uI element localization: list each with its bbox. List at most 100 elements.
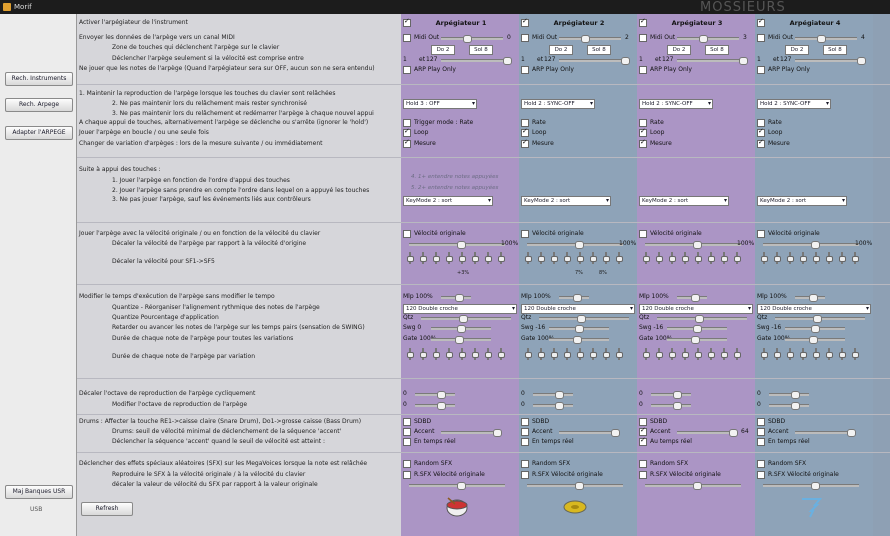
- sdbd-checkbox[interactable]: [757, 418, 765, 426]
- slider-knob[interactable]: [774, 352, 781, 358]
- slider-knob[interactable]: [800, 256, 807, 262]
- gate-variation-slider[interactable]: [564, 348, 571, 360]
- sfx-velocity-slider[interactable]: [409, 482, 505, 490]
- slider-knob[interactable]: [575, 241, 584, 249]
- gate-variation-slider[interactable]: [839, 348, 846, 360]
- octave-slider[interactable]: [415, 402, 455, 410]
- sf-velocity-slider[interactable]: [695, 252, 702, 264]
- measure-checkbox[interactable]: [403, 138, 411, 148]
- slider-knob[interactable]: [420, 352, 427, 358]
- qtz-slider[interactable]: [421, 315, 511, 323]
- sf-velocity-slider[interactable]: [839, 252, 846, 264]
- sf-velocity-slider[interactable]: [800, 252, 807, 264]
- slider-knob[interactable]: [457, 241, 466, 249]
- measure-checkbox[interactable]: [639, 138, 647, 148]
- play-only-checkbox[interactable]: [521, 66, 529, 74]
- midi-out-checkbox[interactable]: [639, 34, 647, 42]
- slider-knob[interactable]: [787, 352, 794, 358]
- sf-velocity-slider[interactable]: [472, 252, 479, 264]
- slider-knob[interactable]: [455, 336, 464, 344]
- gate-variation-slider[interactable]: [603, 348, 610, 360]
- slider-knob[interactable]: [791, 391, 800, 399]
- hold-select[interactable]: Hold 2 : SYNC-OFF: [521, 99, 595, 109]
- multiplier-slider[interactable]: [559, 294, 589, 302]
- quantize-select[interactable]: 120 Double croche: [403, 304, 517, 314]
- slider-knob[interactable]: [811, 482, 820, 490]
- slider-knob[interactable]: [739, 57, 748, 65]
- slider-knob[interactable]: [603, 256, 610, 262]
- slider-knob[interactable]: [813, 315, 822, 323]
- slider-knob[interactable]: [691, 294, 700, 302]
- sdbd-checkbox[interactable]: [639, 418, 647, 426]
- slider-knob[interactable]: [839, 256, 846, 262]
- slider-knob[interactable]: [774, 256, 781, 262]
- slider-knob[interactable]: [682, 352, 689, 358]
- slider-knob[interactable]: [811, 241, 820, 249]
- slider-knob[interactable]: [433, 256, 440, 262]
- trigger-checkbox[interactable]: [403, 119, 411, 127]
- slider-knob[interactable]: [721, 256, 728, 262]
- gate-variation-slider[interactable]: [721, 348, 728, 360]
- sf-velocity-slider[interactable]: [407, 252, 414, 264]
- slider-knob[interactable]: [538, 352, 545, 358]
- quantize-select[interactable]: 120 Double croche: [639, 304, 753, 314]
- keymode-select[interactable]: KeyMode 2 : sort: [639, 196, 729, 206]
- slider-knob[interactable]: [420, 256, 427, 262]
- sf-velocity-slider[interactable]: [708, 252, 715, 264]
- sf-velocity-slider[interactable]: [498, 252, 505, 264]
- realtime-checkbox[interactable]: [521, 438, 529, 446]
- swing-slider[interactable]: [549, 325, 609, 333]
- slider-knob[interactable]: [457, 482, 466, 490]
- slider-knob[interactable]: [564, 256, 571, 262]
- slider-knob[interactable]: [577, 256, 584, 262]
- qtz-slider[interactable]: [775, 315, 865, 323]
- sf-velocity-slider[interactable]: [669, 252, 676, 264]
- slider-knob[interactable]: [699, 35, 708, 43]
- accent-threshold-slider[interactable]: [677, 429, 738, 437]
- midi-out-checkbox[interactable]: [403, 34, 411, 42]
- sdbd-checkbox[interactable]: [403, 418, 411, 426]
- gate-variation-slider[interactable]: [852, 348, 859, 360]
- velocity-offset-slider[interactable]: [527, 241, 623, 249]
- midi-out-checkbox[interactable]: [521, 34, 529, 42]
- sf-velocity-slider[interactable]: [682, 252, 689, 264]
- velocity-offset-slider[interactable]: [409, 241, 505, 249]
- accent-threshold-slider[interactable]: [795, 429, 856, 437]
- refresh-button[interactable]: Refresh: [81, 502, 133, 516]
- slider-knob[interactable]: [616, 256, 623, 262]
- slider-knob[interactable]: [493, 429, 502, 437]
- gate-variation-slider[interactable]: [774, 348, 781, 360]
- accent-checkbox[interactable]: [639, 426, 647, 436]
- gate-slider[interactable]: [549, 336, 609, 344]
- slider-knob[interactable]: [555, 402, 564, 410]
- zone-high-field[interactable]: Sol 8: [823, 45, 847, 55]
- sf-velocity-slider[interactable]: [761, 252, 768, 264]
- qtz-slider[interactable]: [657, 315, 747, 323]
- slider-knob[interactable]: [656, 256, 663, 262]
- gate-variation-slider[interactable]: [446, 348, 453, 360]
- gate-variation-slider[interactable]: [708, 348, 715, 360]
- slider-knob[interactable]: [729, 429, 738, 437]
- slider-knob[interactable]: [857, 57, 866, 65]
- multiplier-slider[interactable]: [441, 294, 471, 302]
- slider-knob[interactable]: [791, 402, 800, 410]
- slider-knob[interactable]: [551, 256, 558, 262]
- slider-knob[interactable]: [673, 391, 682, 399]
- swing-slider[interactable]: [667, 325, 727, 333]
- slider-knob[interactable]: [472, 256, 479, 262]
- accent-threshold-slider[interactable]: [559, 429, 620, 437]
- slider-knob[interactable]: [721, 352, 728, 358]
- octave-slider[interactable]: [769, 402, 809, 410]
- octave-slider[interactable]: [533, 402, 573, 410]
- random-sfx-checkbox[interactable]: [403, 460, 411, 468]
- slider-knob[interactable]: [433, 352, 440, 358]
- measure-checkbox[interactable]: [521, 138, 529, 148]
- slider-knob[interactable]: [695, 256, 702, 262]
- play-only-checkbox[interactable]: [639, 66, 647, 74]
- gate-slider[interactable]: [431, 336, 491, 344]
- zone-high-field[interactable]: Sol 8: [469, 45, 493, 55]
- slider-knob[interactable]: [643, 352, 650, 358]
- slider-knob[interactable]: [459, 315, 468, 323]
- velocity-original-checkbox[interactable]: [639, 230, 647, 238]
- sfx-velocity-checkbox[interactable]: [757, 471, 765, 479]
